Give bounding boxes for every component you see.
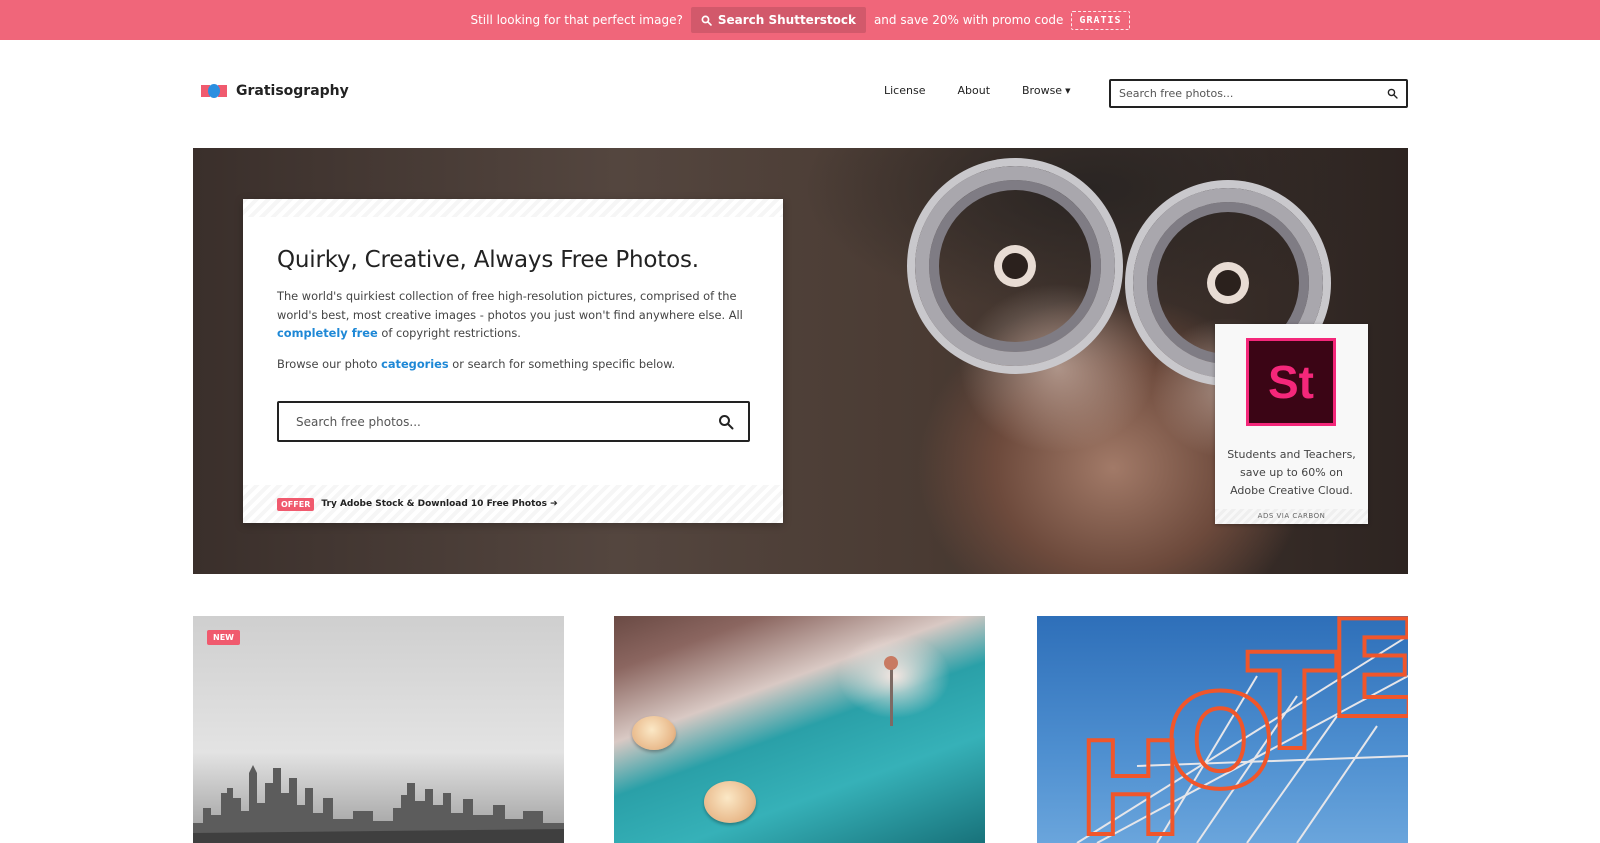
search-icon <box>701 15 712 26</box>
hero-search <box>277 401 750 442</box>
categories-link[interactable]: categories <box>381 357 449 371</box>
adobe-stock-logo: St <box>1246 338 1336 426</box>
photo-card-city[interactable]: NEW <box>193 616 564 843</box>
hero-photo-goggle-left <box>915 166 1115 366</box>
search-icon[interactable] <box>1387 88 1398 99</box>
nav-browse[interactable]: Browse ▼ <box>1022 84 1070 97</box>
arcade-button-image <box>704 781 756 823</box>
caret-down-icon: ▼ <box>1065 86 1071 95</box>
city-skyline-image <box>193 765 564 843</box>
main-nav: License About Browse ▼ <box>884 84 1102 97</box>
hero-browse-text: Browse our photo categories or search fo… <box>277 357 676 371</box>
site-name: Gratisography <box>236 83 349 99</box>
promo-code[interactable]: GRATIS <box>1071 10 1130 30</box>
promo-lead-text: Still looking for that perfect image? <box>470 13 683 27</box>
hero-title: Quirky, Creative, Always Free Photos. <box>277 247 699 273</box>
nav-about[interactable]: About <box>957 84 990 97</box>
arcade-button-image <box>632 716 676 750</box>
offer-link[interactable]: Try Adobe Stock & Download 10 Free Photo… <box>321 499 557 509</box>
promo-tail-text: and save 20% with promo code <box>873 13 1064 27</box>
photo-card-hotel[interactable]: H O T E <box>1037 616 1408 843</box>
promo-banner: Still looking for that perfect image? Se… <box>0 0 1600 40</box>
ad-text: Students and Teachers, save up to 60% on… <box>1227 448 1356 497</box>
logo-icon <box>201 84 227 98</box>
hotel-letter: E <box>1325 616 1408 750</box>
hotel-letter: T <box>1245 624 1339 782</box>
hero-search-input[interactable] <box>296 414 718 429</box>
new-badge: NEW <box>207 630 240 645</box>
search-icon[interactable] <box>718 414 734 430</box>
header-search-input[interactable] <box>1119 87 1387 100</box>
search-shutterstock-label: Search Shutterstock <box>717 13 856 27</box>
offer-badge: OFFER <box>277 497 315 511</box>
nav-license[interactable]: License <box>884 84 925 97</box>
offer-strip[interactable]: OFFER Try Adobe Stock & Download 10 Free… <box>243 485 783 523</box>
site-header: Gratisography License About Browse ▼ <box>0 40 1600 146</box>
hero-card: Quirky, Creative, Always Free Photos. Th… <box>243 199 783 523</box>
photo-card-arcade[interactable] <box>614 616 985 843</box>
search-shutterstock-button[interactable]: Search Shutterstock <box>690 7 866 33</box>
completely-free-link[interactable]: completely free <box>277 326 378 340</box>
site-logo[interactable]: Gratisography <box>201 83 349 99</box>
header-search <box>1109 79 1408 108</box>
carbon-ad[interactable]: St Students and Teachers, save up to 60%… <box>1215 324 1368 524</box>
hero-banner: Quirky, Creative, Always Free Photos. Th… <box>193 148 1408 574</box>
joystick-image <box>884 656 898 670</box>
nav-browse-label: Browse <box>1022 84 1063 97</box>
hero-description: The world's quirkiest collection of free… <box>277 289 743 340</box>
arrow-right-icon: ➔ <box>550 499 558 509</box>
ads-via-carbon-link[interactable]: ADS VIA CARBON <box>1215 509 1368 524</box>
